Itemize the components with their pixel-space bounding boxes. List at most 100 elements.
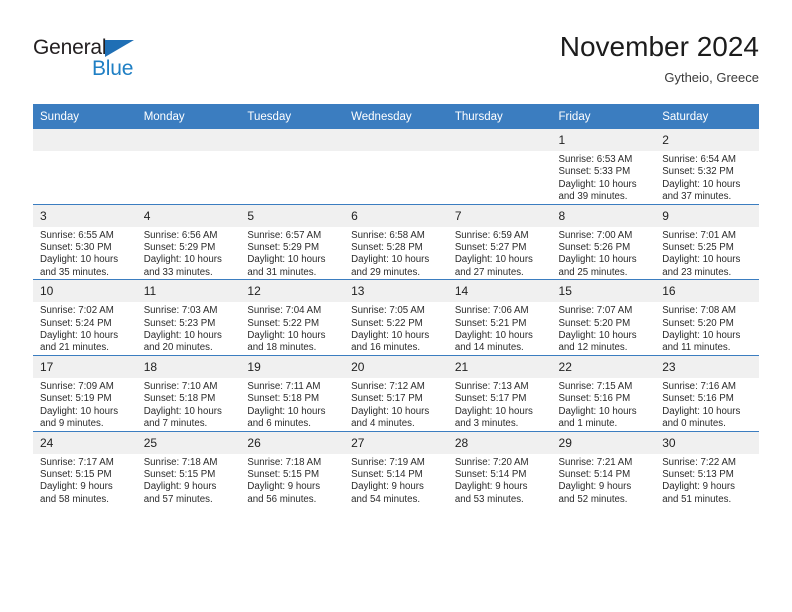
sunset-text: Sunset: 5:20 PM [662, 317, 734, 329]
day-number: 21 [447, 355, 552, 378]
calendar-day-cell[interactable]: 15 Sunrise: 7:07 AM Sunset: 5:20 PM Dayligh… [551, 279, 656, 356]
daylight-text: Daylight: 9 hours and 51 minutes. [662, 481, 735, 505]
day-sun-info: Sunrise: 6:55 AM Sunset: 5:30 PM Daylight:… [33, 227, 137, 280]
day-number: 6 [344, 204, 448, 227]
day-number: 5 [240, 204, 345, 227]
calendar-day-cell[interactable]: 27 Sunrise: 7:19 AM Sunset: 5:14 PM Dayligh… [344, 430, 448, 507]
day-number: 4 [136, 204, 241, 227]
calendar-day-cell[interactable]: 7 Sunrise: 6:59 AM Sunset: 5:27 PM Daylight… [447, 203, 552, 280]
sunset-text: Sunset: 5:17 PM [351, 393, 423, 405]
calendar-day-cell[interactable]: 5 Sunrise: 6:57 AM Sunset: 5:29 PM Daylight… [240, 203, 345, 280]
calendar-day-cell[interactable]: 28 Sunrise: 7:20 AM Sunset: 5:14 PM Dayligh… [447, 430, 552, 507]
sunrise-text: Sunrise: 7:03 AM [143, 305, 218, 317]
sunset-text: Sunset: 5:19 PM [40, 393, 112, 405]
calendar-week-row: 1 Sunrise: 6:53 AM Sunset: 5:33 PM Daylight… [33, 129, 759, 205]
calendar-day-cell[interactable]: 6 Sunrise: 6:58 AM Sunset: 5:28 PM Daylight… [344, 203, 448, 280]
daylight-text: Daylight: 10 hours and 6 minutes. [247, 405, 326, 430]
calendar-day-cell[interactable]: 20 Sunrise: 7:12 AM Sunset: 5:17 PM Dayligh… [344, 354, 448, 431]
day-number: 14 [447, 280, 552, 303]
calendar-grid: Sunday Monday Tuesday Wednesday Thursday… [33, 104, 759, 507]
calendar-day-cell[interactable]: 23 Sunrise: 7:16 AM Sunset: 5:16 PM Dayligh… [655, 354, 759, 431]
calendar-day-cell[interactable]: 14 Sunrise: 7:06 AM Sunset: 5:21 PM Dayligh… [447, 279, 552, 356]
day-sun-info: Sunrise: 7:07 AM Sunset: 5:20 PM Daylight:… [552, 302, 656, 355]
calendar-day-cell[interactable]: 3 Sunrise: 6:55 AM Sunset: 5:30 PM Daylight… [33, 203, 137, 280]
day-sun-info: Sunrise: 7:15 AM Sunset: 5:16 PM Daylight:… [552, 378, 656, 431]
sunset-text: Sunset: 5:20 PM [558, 317, 631, 329]
calendar-day-cell[interactable]: 24 Sunrise: 7:17 AM Sunset: 5:15 PM Dayligh… [33, 430, 137, 507]
calendar-day-cell[interactable]: 21 Sunrise: 7:13 AM Sunset: 5:17 PM Dayligh… [447, 354, 552, 431]
sunrise-text: Sunrise: 6:57 AM [247, 229, 322, 241]
day-number: 23 [655, 355, 759, 378]
calendar-day-cell[interactable]: 22 Sunrise: 7:15 AM Sunset: 5:16 PM Dayligh… [551, 354, 656, 431]
day-sun-info: Sunrise: 7:09 AM Sunset: 5:19 PM Daylight:… [33, 378, 137, 431]
day-sun-info: Sunrise: 7:02 AM Sunset: 5:24 PM Daylight:… [33, 302, 137, 355]
calendar-day-cell[interactable]: 11 Sunrise: 7:03 AM Sunset: 5:23 PM Dayligh… [136, 279, 241, 356]
location-subtitle: Gytheio, Greece [664, 70, 759, 85]
daylight-text: Daylight: 9 hours and 57 minutes. [143, 481, 217, 505]
calendar-body: 1 Sunrise: 6:53 AM Sunset: 5:33 PM Daylight… [33, 129, 759, 507]
calendar-day-cell[interactable]: 19 Sunrise: 7:11 AM Sunset: 5:18 PM Dayligh… [240, 354, 345, 431]
sunrise-text: Sunrise: 7:17 AM [40, 456, 114, 468]
calendar-day-cell[interactable]: 17 Sunrise: 7:09 AM Sunset: 5:19 PM Dayligh… [33, 354, 137, 431]
general-blue-logo[interactable]: General Blue [33, 36, 163, 84]
day-sun-info: Sunrise: 7:08 AM Sunset: 5:20 PM Daylight:… [655, 302, 759, 355]
sunrise-text: Sunrise: 7:08 AM [662, 305, 736, 317]
sunset-text: Sunset: 5:26 PM [558, 242, 631, 254]
calendar-day-cell[interactable]: 29 Sunrise: 7:21 AM Sunset: 5:14 PM Dayligh… [551, 430, 656, 507]
calendar-day-cell[interactable]: 25 Sunrise: 7:18 AM Sunset: 5:15 PM Dayligh… [136, 430, 241, 507]
calendar-week-row: 17 Sunrise: 7:09 AM Sunset: 5:19 PM Dayligh… [33, 354, 759, 431]
sunrise-text: Sunrise: 7:18 AM [247, 456, 322, 468]
day-sun-info: Sunrise: 7:05 AM Sunset: 5:22 PM Daylight:… [344, 302, 448, 355]
daylight-text: Daylight: 10 hours and 31 minutes. [247, 254, 326, 278]
calendar-day-cell[interactable]: 13 Sunrise: 7:05 AM Sunset: 5:22 PM Dayligh… [344, 279, 448, 356]
calendar-day-cell[interactable]: 4 Sunrise: 6:56 AM Sunset: 5:29 PM Daylight… [136, 203, 241, 280]
sunset-text: Sunset: 5:15 PM [143, 468, 216, 480]
day-number: 27 [344, 431, 448, 454]
day-number: 20 [344, 355, 448, 378]
daylight-text: Daylight: 10 hours and 27 minutes. [454, 254, 533, 278]
calendar-day-cell[interactable]: 2 Sunrise: 6:54 AM Sunset: 5:32 PM Daylight… [655, 129, 759, 205]
calendar-day-cell[interactable]: 12 Sunrise: 7:04 AM Sunset: 5:22 PM Dayligh… [240, 279, 345, 356]
day-number: 25 [136, 431, 241, 454]
daylight-text: Daylight: 10 hours and 37 minutes. [662, 178, 741, 203]
day-number: 13 [344, 280, 448, 303]
day-number: 9 [655, 204, 759, 227]
calendar-day-cell[interactable]: 1 Sunrise: 6:53 AM Sunset: 5:33 PM Daylight… [551, 129, 656, 205]
calendar-week-row: 24 Sunrise: 7:17 AM Sunset: 5:15 PM Dayligh… [33, 430, 759, 507]
calendar-day-cell[interactable]: 26 Sunrise: 7:18 AM Sunset: 5:15 PM Dayligh… [240, 430, 345, 507]
calendar-day-cell[interactable]: 18 Sunrise: 7:10 AM Sunset: 5:18 PM Dayligh… [136, 354, 241, 431]
sunset-text: Sunset: 5:25 PM [662, 242, 734, 254]
calendar-day-cell[interactable]: 8 Sunrise: 7:00 AM Sunset: 5:26 PM Daylight… [551, 203, 656, 280]
calendar-day-cell[interactable]: 9 Sunrise: 7:01 AM Sunset: 5:25 PM Daylight… [655, 203, 759, 280]
day-sun-info: Sunrise: 7:10 AM Sunset: 5:18 PM Daylight:… [137, 378, 241, 431]
day-number [344, 129, 448, 151]
daylight-text: Daylight: 10 hours and 35 minutes. [40, 254, 119, 278]
weekday-header-monday: Monday [136, 104, 241, 129]
calendar-day-cell-empty [344, 129, 448, 205]
sunset-text: Sunset: 5:23 PM [143, 317, 216, 329]
calendar-day-cell-empty [447, 129, 552, 205]
sunrise-text: Sunrise: 7:09 AM [40, 380, 114, 392]
day-number: 2 [655, 129, 759, 151]
sunrise-text: Sunrise: 7:20 AM [454, 456, 529, 468]
sunset-text: Sunset: 5:27 PM [454, 242, 527, 254]
day-number: 16 [655, 280, 759, 303]
sunset-text: Sunset: 5:14 PM [454, 468, 527, 480]
day-sun-info: Sunrise: 7:01 AM Sunset: 5:25 PM Daylight:… [655, 227, 759, 280]
day-number: 19 [240, 355, 345, 378]
sunrise-text: Sunrise: 7:12 AM [351, 380, 425, 392]
calendar-day-cell[interactable]: 16 Sunrise: 7:08 AM Sunset: 5:20 PM Dayligh… [655, 279, 759, 356]
day-number: 26 [240, 431, 345, 454]
daylight-text: Daylight: 10 hours and 1 minute. [558, 405, 637, 430]
sunrise-text: Sunrise: 6:53 AM [558, 154, 633, 165]
day-number: 7 [447, 204, 552, 227]
sunset-text: Sunset: 5:15 PM [40, 468, 112, 480]
daylight-text: Daylight: 10 hours and 23 minutes. [662, 254, 741, 278]
day-sun-info: Sunrise: 7:21 AM Sunset: 5:14 PM Daylight:… [552, 454, 656, 507]
day-sun-info: Sunrise: 7:12 AM Sunset: 5:17 PM Daylight:… [344, 378, 448, 431]
calendar-day-cell[interactable]: 30 Sunrise: 7:22 AM Sunset: 5:13 PM Dayligh… [655, 430, 759, 507]
day-sun-info: Sunrise: 6:58 AM Sunset: 5:28 PM Daylight:… [344, 227, 448, 280]
sunset-text: Sunset: 5:14 PM [351, 468, 423, 480]
day-sun-info: Sunrise: 7:17 AM Sunset: 5:15 PM Daylight:… [33, 454, 137, 507]
calendar-day-cell[interactable]: 10 Sunrise: 7:02 AM Sunset: 5:24 PM Dayligh… [33, 279, 137, 356]
